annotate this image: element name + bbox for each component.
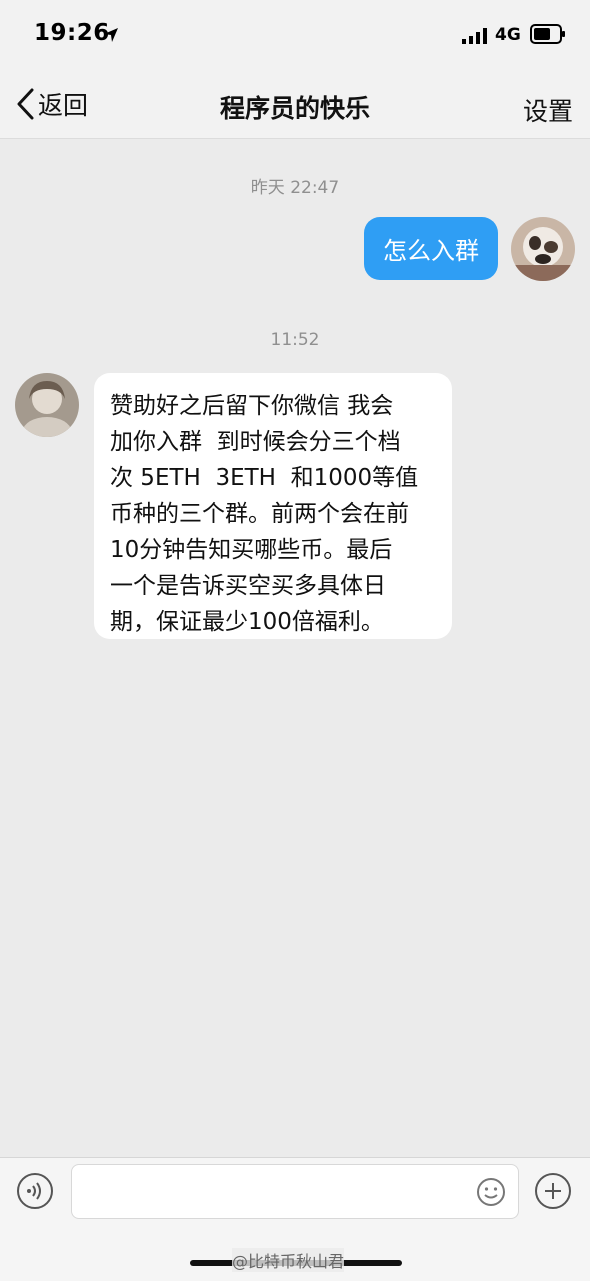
emoji-icon[interactable] xyxy=(476,1177,506,1207)
status-time: 19:26 xyxy=(34,20,110,46)
incoming-message[interactable]: 赞助好之后留下你微信 我会 加你入群 到时候会分三个档 次 5ETH 3ETH … xyxy=(94,373,452,639)
voice-icon xyxy=(27,1182,41,1200)
settings-button[interactable]: 设置 xyxy=(523,92,573,128)
chat-title: 程序员的快乐 xyxy=(219,94,370,123)
sender-avatar[interactable] xyxy=(15,373,79,437)
message-line: 10分钟告知买哪些币。最后 xyxy=(110,537,393,563)
avatar-image xyxy=(511,217,575,281)
timestamp: 昨天 22:47 xyxy=(250,178,340,198)
message-line: 币种的三个群。前两个会在前 xyxy=(110,501,409,527)
message-line: 次 5ETH 3ETH 和1000等值 xyxy=(110,465,419,491)
timestamp: 11:52 xyxy=(270,330,320,350)
message-line: 期，保证最少100倍福利。 xyxy=(110,609,384,635)
outgoing-message-text: 怎么入群 xyxy=(383,237,479,265)
message-input[interactable] xyxy=(71,1164,519,1219)
plus-button[interactable] xyxy=(535,1173,571,1209)
watermark: @比特币秋山君 xyxy=(232,1248,345,1272)
my-avatar[interactable] xyxy=(511,217,575,281)
chat-area[interactable]: 昨天 22:47 怎么入群 11:52 赞助好之后留下你微信 我会 加你入群 到… xyxy=(0,139,590,1157)
voice-button[interactable] xyxy=(17,1173,53,1209)
message-line: 一个是告诉买空买多具体日 xyxy=(110,573,386,599)
status-bar: 19:26 4G xyxy=(0,0,590,70)
outgoing-message[interactable]: 怎么入群 xyxy=(364,217,498,280)
message-line: 加你入群 到时候会分三个档 xyxy=(110,429,401,455)
avatar-image xyxy=(15,373,79,437)
message-line: 赞助好之后留下你微信 我会 xyxy=(110,393,394,419)
location-arrow-icon xyxy=(104,28,118,42)
plus-icon xyxy=(545,1183,561,1199)
nav-bar: 返回 程序员的快乐 设置 xyxy=(0,70,590,139)
network-type: 4G xyxy=(495,25,521,45)
signal-icon xyxy=(462,28,487,44)
battery-icon xyxy=(530,24,565,44)
